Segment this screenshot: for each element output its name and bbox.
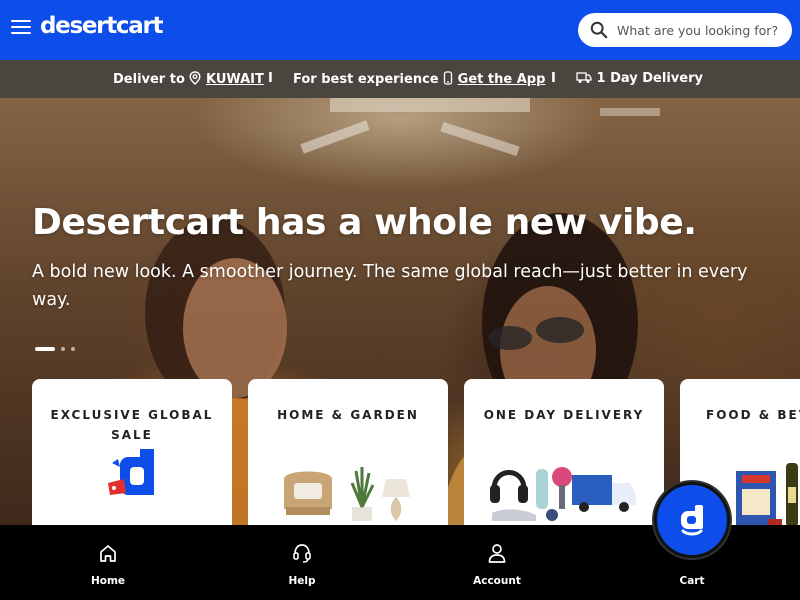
app-promo[interactable]: For best experience Get the App bbox=[293, 71, 545, 87]
truck-icon bbox=[576, 72, 592, 83]
user-icon bbox=[488, 544, 506, 563]
carousel-dot-3[interactable] bbox=[71, 347, 75, 351]
category-title: HOME & GARDEN bbox=[277, 408, 419, 422]
country-link[interactable]: KUWAIT bbox=[206, 72, 264, 87]
home-icon bbox=[100, 545, 116, 562]
location-pin-icon bbox=[189, 71, 201, 85]
category-card-home-garden[interactable]: HOME & GARDEN bbox=[248, 379, 448, 525]
separator: I bbox=[268, 71, 273, 86]
nav-label-home: Home bbox=[90, 575, 126, 587]
home-garden-image bbox=[284, 467, 410, 521]
top-header: desertcart bbox=[0, 0, 800, 60]
hero-banner[interactable]: Desertcart has a whole new vibe. A bold … bbox=[0, 98, 800, 525]
sale-logo-image bbox=[108, 449, 154, 495]
brand-logo[interactable]: desertcart bbox=[40, 13, 163, 39]
deliver-prefix: Deliver to bbox=[113, 72, 185, 87]
phone-icon bbox=[443, 71, 453, 85]
delivery-info: 1 Day Delivery bbox=[576, 71, 703, 86]
category-title: EXCLUSIVE GLOBAL SALE bbox=[50, 408, 214, 442]
search-bar[interactable] bbox=[578, 13, 792, 47]
hamburger-menu-icon[interactable] bbox=[11, 20, 31, 40]
category-card-one-day-delivery[interactable]: ONE DAY DELIVERY bbox=[464, 379, 664, 525]
delivery-text: 1 Day Delivery bbox=[596, 71, 703, 86]
nav-help[interactable]: Help bbox=[247, 525, 357, 600]
category-title: ONE DAY DELIVERY bbox=[483, 408, 645, 422]
get-app-link[interactable]: Get the App bbox=[458, 72, 546, 87]
cart-icon bbox=[681, 505, 703, 536]
search-icon[interactable] bbox=[590, 21, 608, 39]
carousel-dot-2[interactable] bbox=[61, 347, 65, 351]
nav-label-account: Account bbox=[473, 575, 521, 587]
nav-label-cart: Cart bbox=[679, 575, 705, 587]
delivery-products-image bbox=[490, 467, 636, 521]
nav-account[interactable]: Account bbox=[442, 525, 552, 600]
headset-icon bbox=[293, 544, 311, 563]
search-input[interactable] bbox=[617, 13, 787, 47]
experience-text: For best experience bbox=[293, 72, 439, 87]
carousel-dot-1[interactable] bbox=[35, 347, 55, 351]
category-card-exclusive-global-sale[interactable]: EXCLUSIVE GLOBAL SALE bbox=[32, 379, 232, 525]
separator: I bbox=[551, 71, 556, 86]
deliver-to[interactable]: Deliver to KUWAIT bbox=[113, 71, 264, 87]
nav-home[interactable]: Home bbox=[53, 525, 163, 600]
info-bar: Deliver to KUWAIT I For best experience … bbox=[0, 60, 800, 98]
hero-subtitle: A bold new look. A smoother journey. The… bbox=[32, 262, 748, 310]
cart-button[interactable] bbox=[654, 482, 730, 558]
category-title: FOOD & BEVE bbox=[706, 408, 800, 422]
nav-label-help: Help bbox=[288, 575, 316, 587]
hero-title: Desertcart has a whole new vibe. bbox=[32, 202, 697, 243]
